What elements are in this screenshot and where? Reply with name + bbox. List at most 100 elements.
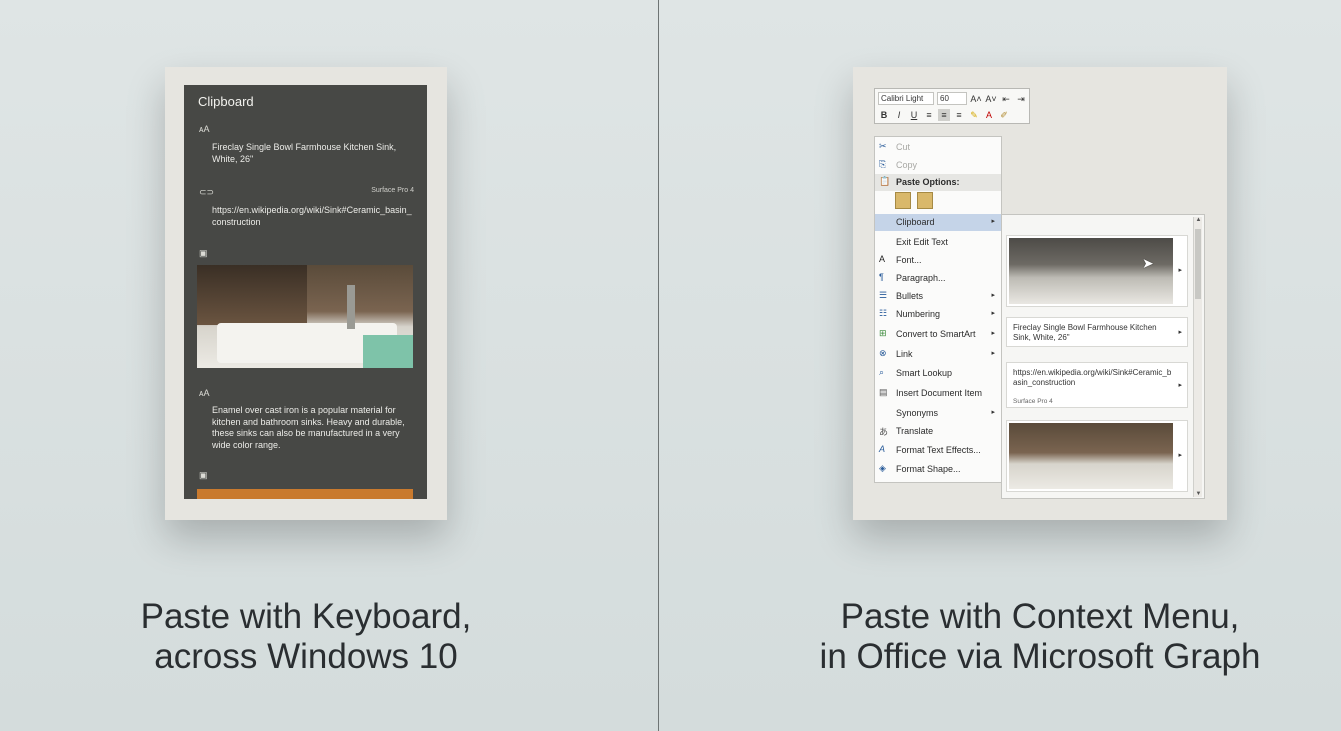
numbering-icon: ☷ xyxy=(879,308,888,318)
image-shelf xyxy=(197,265,307,325)
menu-item-cut[interactable]: ✂ Cut xyxy=(875,139,1001,156)
font-name-select[interactable]: Calibri Light xyxy=(878,92,934,105)
kitchen-photo xyxy=(1009,423,1173,489)
clipboard-entry-image[interactable]: ▸ xyxy=(1006,235,1188,307)
text-icon: ᴀA xyxy=(199,124,210,134)
chevron-right-icon: ▸ xyxy=(1178,452,1182,459)
bullets-icon: ☰ xyxy=(879,290,888,300)
scroll-down-icon[interactable]: ▼ xyxy=(1194,491,1203,497)
caption-context-menu: Paste with Context Menu, in Office via M… xyxy=(780,597,1300,677)
bold-button[interactable]: B xyxy=(878,109,890,121)
menu-item-translate[interactable]: あ Translate xyxy=(875,423,1001,440)
menu-item-label: Convert to SmartArt xyxy=(896,329,976,339)
menu-item-smart-lookup[interactable]: ⌕ Smart Lookup xyxy=(875,365,1001,382)
menu-item-synonyms[interactable]: Synonyms ▸ xyxy=(875,405,1001,422)
menu-item-label: Exit Edit Text xyxy=(896,237,948,247)
paste-keep-formatting-icon[interactable] xyxy=(895,192,911,209)
keyboard-clipboard-frame: Clipboard ᴀA Fireclay Single Bowl Farmho… xyxy=(165,67,447,520)
mini-toolbar: Calibri Light 60 A˄ A˅ ⇤ ⇥ B I U ≡ ≡ ≡ ✎… xyxy=(874,88,1030,124)
font-color-icon[interactable]: A xyxy=(983,109,995,121)
menu-item-copy[interactable]: ⎘ Copy xyxy=(875,157,1001,174)
menu-item-format-shape[interactable]: ◈ Format Shape... xyxy=(875,461,1001,478)
scroll-thumb[interactable] xyxy=(1195,229,1201,299)
underline-button[interactable]: U xyxy=(908,109,920,121)
format-painter-icon[interactable]: ✐ xyxy=(998,109,1010,121)
clipboard-item-image[interactable] xyxy=(197,489,413,499)
clipboard-item-image[interactable] xyxy=(197,265,413,368)
caption-line: Paste with Context Menu, xyxy=(840,597,1240,636)
menu-item-label: Clipboard xyxy=(896,217,935,227)
text-effects-icon: A xyxy=(879,444,886,454)
grow-font-button[interactable]: A˄ xyxy=(970,93,982,105)
image-towel xyxy=(363,335,413,368)
chevron-right-icon: ▸ xyxy=(1178,382,1182,389)
mouse-cursor-icon: ➤ xyxy=(1142,255,1154,271)
paste-icon: 📋 xyxy=(879,176,891,186)
submenu-scrollbar[interactable]: ▲ ▼ xyxy=(1193,217,1202,497)
caption-line: in Office via Microsoft Graph xyxy=(819,637,1261,676)
align-center-icon[interactable]: ≡ xyxy=(938,109,950,121)
menu-item-label: Bullets xyxy=(896,291,924,301)
context-menu: ✂ Cut ⎘ Copy 📋 Paste Options: Clipboard … xyxy=(874,136,1002,483)
chevron-right-icon: ▸ xyxy=(991,218,995,225)
scissors-icon: ✂ xyxy=(879,141,887,151)
chevron-right-icon: ▸ xyxy=(991,409,995,416)
italic-button[interactable]: I xyxy=(893,109,905,121)
font-size-select[interactable]: 60 xyxy=(937,92,967,105)
caption-keyboard: Paste with Keyboard, across Windows 10 xyxy=(100,597,512,677)
menu-item-exit-edit-text[interactable]: Exit Edit Text xyxy=(875,234,1001,251)
menu-item-label: Paragraph... xyxy=(896,273,946,283)
align-left-icon[interactable]: ≡ xyxy=(923,109,935,121)
menu-item-label: Format Text Effects... xyxy=(896,445,981,455)
insert-icon: ▤ xyxy=(879,387,888,397)
clipboard-entry-label: https://en.wikipedia.org/wiki/Sink#Ceram… xyxy=(1013,368,1172,387)
paragraph-icon: ¶ xyxy=(879,272,884,282)
clipboard-entry-label: Fireclay Single Bowl Farmhouse Kitchen S… xyxy=(1013,323,1157,342)
indent-decrease-icon[interactable]: ⇤ xyxy=(1000,93,1012,105)
font-icon: A xyxy=(879,254,886,264)
clipboard-entry-image[interactable]: ▸ xyxy=(1006,420,1188,492)
menu-item-label: Font... xyxy=(896,255,922,265)
scroll-up-icon[interactable]: ▲ xyxy=(1194,217,1203,223)
shrink-font-button[interactable]: A˅ xyxy=(985,93,997,105)
clipboard-entry-link[interactable]: https://en.wikipedia.org/wiki/Sink#Ceram… xyxy=(1006,362,1188,408)
chevron-right-icon: ▸ xyxy=(991,330,995,337)
menu-item-label: Smart Lookup xyxy=(896,368,953,378)
menu-item-bullets[interactable]: ☰ Bullets ▸ xyxy=(875,288,1001,305)
clipboard-item-link[interactable]: https://en.wikipedia.org/wiki/Sink#Ceram… xyxy=(212,205,412,228)
menu-item-paragraph[interactable]: ¶ Paragraph... xyxy=(875,270,1001,287)
clipboard-item-text[interactable]: Enamel over cast iron is a popular mater… xyxy=(212,405,412,451)
clipboard-entry-text[interactable]: Fireclay Single Bowl Farmhouse Kitchen S… xyxy=(1006,317,1188,347)
translate-icon: あ xyxy=(879,427,889,437)
menu-item-font[interactable]: A Font... xyxy=(875,252,1001,269)
indent-increase-icon[interactable]: ⇥ xyxy=(1015,93,1027,105)
menu-item-insert-document-item[interactable]: ▤ Insert Document Item xyxy=(875,385,1001,402)
paste-text-only-icon[interactable] xyxy=(917,192,933,209)
image-faucet xyxy=(347,285,355,329)
link-icon: ⊂⊃ xyxy=(199,187,215,197)
caption-line: across Windows 10 xyxy=(154,637,458,676)
format-shape-icon: ◈ xyxy=(879,463,886,473)
chevron-right-icon: ▸ xyxy=(991,310,995,317)
menu-item-label: Paste Options: xyxy=(896,177,960,187)
menu-item-label: Numbering xyxy=(896,309,941,319)
menu-item-label: Cut xyxy=(896,142,911,152)
menu-item-numbering[interactable]: ☷ Numbering ▸ xyxy=(875,306,1001,323)
clipboard-item-text[interactable]: Fireclay Single Bowl Farmhouse Kitchen S… xyxy=(212,142,412,165)
chevron-right-icon: ▸ xyxy=(1178,267,1182,274)
paste-options-header: 📋 Paste Options: xyxy=(875,174,1001,191)
menu-item-format-text-effects[interactable]: A Format Text Effects... xyxy=(875,442,1001,459)
caption-line: Paste with Keyboard, xyxy=(140,597,472,636)
menu-item-label: Format Shape... xyxy=(896,464,961,474)
menu-item-label: Insert Document Item xyxy=(896,388,983,398)
highlight-icon[interactable]: ✎ xyxy=(968,109,980,121)
chevron-right-icon: ▸ xyxy=(1178,329,1182,336)
menu-item-link[interactable]: ⊗ Link ▸ xyxy=(875,346,1001,363)
menu-item-convert-smartart[interactable]: ⊞ Convert to SmartArt ▸ xyxy=(875,326,1001,343)
panel-divider xyxy=(658,0,659,731)
text-icon: ᴀA xyxy=(199,388,210,398)
menu-item-label: Synonyms xyxy=(896,408,939,418)
menu-item-clipboard[interactable]: Clipboard ▸ xyxy=(875,214,1001,231)
align-right-icon[interactable]: ≡ xyxy=(953,109,965,121)
link-icon: ⊗ xyxy=(879,348,887,358)
